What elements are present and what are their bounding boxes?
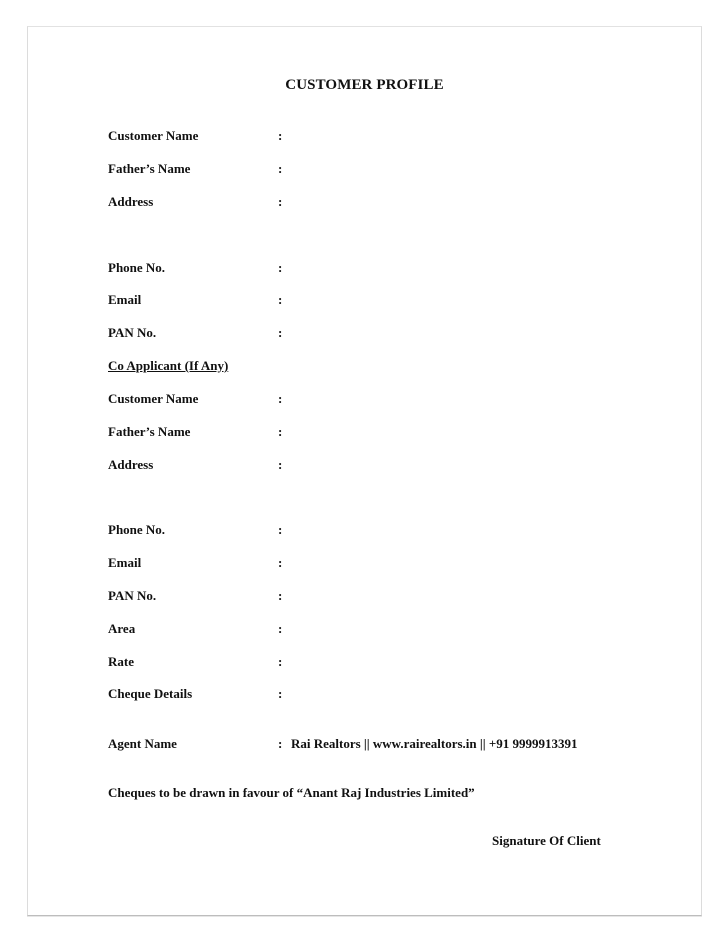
field-separator: : [278, 260, 283, 275]
field-separator: : [278, 457, 283, 472]
field-separator: : [278, 391, 283, 406]
field-label: Address [108, 194, 154, 209]
cheque-instruction: Cheques to be drawn in favour of “Anant … [108, 785, 475, 800]
field-separator: : [278, 588, 283, 603]
field-label: Phone No. [108, 522, 166, 537]
field-label: Email [108, 292, 142, 307]
field-separator: : [278, 128, 283, 143]
field-separator: : [278, 325, 283, 340]
field-separator: : [278, 424, 283, 439]
field-separator: : [278, 555, 283, 570]
field-separator: : [278, 686, 283, 701]
field-label: Email [108, 555, 142, 570]
document-page: CUSTOMER PROFILE Customer Name : Father’… [27, 26, 702, 916]
field-label: Customer Name [108, 391, 199, 406]
field-label: Address [108, 457, 154, 472]
field-label: Agent Name [108, 736, 177, 751]
field-separator: : [278, 621, 283, 636]
field-label: Cheque Details [108, 686, 193, 701]
field-label: Rate [108, 654, 134, 669]
field-separator: : [278, 522, 283, 537]
field-label: Father’s Name [108, 161, 191, 176]
field-label: Area [108, 621, 136, 636]
field-separator: : [278, 292, 283, 307]
field-label: PAN No. [108, 325, 157, 340]
field-label: Customer Name [108, 128, 199, 143]
field-separator: : [278, 736, 283, 751]
field-label: Phone No. [108, 260, 166, 275]
signature-label: Signature Of Client [492, 833, 601, 848]
document-title: CUSTOMER PROFILE [285, 77, 444, 93]
field-label: PAN No. [108, 588, 157, 603]
agent-details: Rai Realtors || www.rairealtors.in || +9… [291, 736, 578, 751]
field-separator: : [278, 161, 283, 176]
field-separator: : [278, 654, 283, 669]
field-label: Father’s Name [108, 424, 191, 439]
field-separator: : [278, 194, 283, 209]
co-applicant-heading: Co Applicant (If Any) [108, 358, 229, 373]
